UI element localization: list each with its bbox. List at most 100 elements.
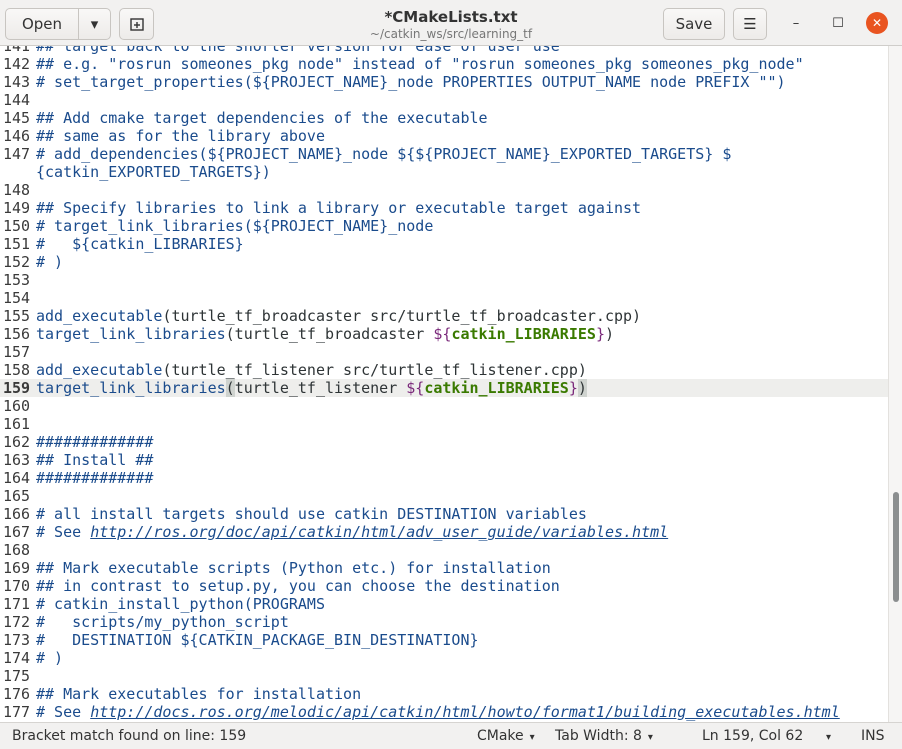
code-line[interactable]: {catkin_EXPORTED_TARGETS}) <box>0 163 888 181</box>
code-token-text: turtle_tf_listener <box>234 379 407 397</box>
language-label: CMake <box>477 728 524 744</box>
code-line[interactable]: 157 <box>0 343 888 361</box>
code-line[interactable]: 151 # ${catkin_LIBRARIES} <box>0 235 888 253</box>
chevron-down-icon: ▾ <box>529 732 535 743</box>
line-code: target_link_libraries(turtle_tf_broadcas… <box>36 325 614 343</box>
line-code: ############# <box>36 433 153 451</box>
code-line[interactable]: 165 <box>0 487 888 505</box>
chevron-down-icon: ▾ <box>90 15 99 33</box>
status-message: Bracket match found on line: 159 <box>12 728 247 744</box>
code-line[interactable]: 172 # scripts/my_python_script <box>0 613 888 631</box>
code-line[interactable]: 142 ## e.g. "rosrun someones_pkg node" in… <box>0 55 888 73</box>
language-selector[interactable]: CMake ▾ <box>477 728 535 746</box>
code-line[interactable]: 169 ## Mark executable scripts (Python et… <box>0 559 888 577</box>
code-token-comment: # See <box>36 703 91 721</box>
maximize-icon: ☐ <box>832 15 844 31</box>
code-line[interactable]: 156 target_link_libraries(turtle_tf_broad… <box>0 325 888 343</box>
code-line[interactable]: 161 <box>0 415 888 433</box>
code-token-comment: # ) <box>36 253 64 271</box>
line-number: 164 <box>3 469 31 487</box>
code-line[interactable]: 144 <box>0 91 888 109</box>
code-line[interactable]: 170 ## in contrast to setup.py, you can c… <box>0 577 888 595</box>
code-token-var: } <box>568 379 578 397</box>
open-button[interactable]: Open <box>5 8 79 40</box>
code-line[interactable]: 163 ## Install ## <box>0 451 888 469</box>
code-token-link[interactable]: http://docs.ros.org/melodic/api/catkin/h… <box>90 703 840 721</box>
line-code: # all install targets should use catkin … <box>36 505 587 523</box>
code-line[interactable]: 147 # add_dependencies(${PROJECT_NAME}_no… <box>0 145 888 163</box>
code-line[interactable]: 162 ############# <box>0 433 888 451</box>
code-token-comment: # all install targets should use catkin … <box>36 505 587 523</box>
line-code: ## same as for the library above <box>36 127 325 145</box>
line-number: 146 <box>3 127 31 145</box>
code-line[interactable]: 164 ############# <box>0 469 888 487</box>
line-code: # target_link_libraries(${PROJECT_NAME}_… <box>36 217 433 235</box>
line-code: ## Add cmake target dependencies of the … <box>36 109 488 127</box>
code-token-comment: ## Mark executables for installation <box>36 685 362 703</box>
code-line[interactable]: 155 add_executable(turtle_tf_broadcaster … <box>0 307 888 325</box>
new-tab-button[interactable] <box>119 8 154 40</box>
code-token-text: (turtle_tf_listener src/turtle_tf_listen… <box>162 361 587 379</box>
code-line[interactable]: 166 # all install targets should use catk… <box>0 505 888 523</box>
tab-width-selector[interactable]: Tab Width: 8 ▾ <box>555 728 653 746</box>
code-line[interactable]: 145 ## Add cmake target dependencies of t… <box>0 109 888 127</box>
cursor-position-dropdown[interactable]: ▾ <box>820 728 831 746</box>
code-line[interactable]: 148 <box>0 181 888 199</box>
code-line[interactable]: 146 ## same as for the library above <box>0 127 888 145</box>
code-line-current[interactable]: 159 target_link_libraries(turtle_tf_liste… <box>0 379 888 397</box>
code-line[interactable]: 168 <box>0 541 888 559</box>
line-number: 156 <box>3 325 31 343</box>
code-token-text: (turtle_tf_broadcaster <box>225 325 434 343</box>
line-number: 169 <box>3 559 31 577</box>
minimize-button[interactable]: – <box>785 12 807 34</box>
code-line[interactable]: 149 ## Specify libraries to link a librar… <box>0 199 888 217</box>
maximize-button[interactable]: ☐ <box>827 12 849 34</box>
line-number: 165 <box>3 487 31 505</box>
code-line[interactable]: 160 <box>0 397 888 415</box>
code-line[interactable]: 152 # ) <box>0 253 888 271</box>
code-token-comment: # ${catkin_LIBRARIES} <box>36 235 244 253</box>
cursor-position[interactable]: Ln 159, Col 62 <box>702 728 803 745</box>
open-dropdown-button[interactable]: ▾ <box>78 8 111 40</box>
code-line[interactable]: 154 <box>0 289 888 307</box>
code-line[interactable]: 177 # See http://docs.ros.org/melodic/api… <box>0 703 888 721</box>
code-token-comment: # DESTINATION ${CATKIN_PACKAGE_BIN_DESTI… <box>36 631 479 649</box>
line-code: ## target back to the shorter version fo… <box>36 46 560 55</box>
line-code: # ) <box>36 253 63 271</box>
code-line[interactable]: 150 # target_link_libraries(${PROJECT_NAM… <box>0 217 888 235</box>
line-code: target_link_libraries(turtle_tf_listener… <box>36 379 587 397</box>
vertical-scrollbar[interactable] <box>888 46 902 722</box>
save-button[interactable]: Save <box>663 8 725 40</box>
insert-mode-indicator[interactable]: INS <box>861 728 885 745</box>
line-number: 167 <box>3 523 31 541</box>
code-line[interactable]: 167 # See http://ros.org/doc/api/catkin/h… <box>0 523 888 541</box>
line-number: 176 <box>3 685 31 703</box>
code-token-comment: ############# <box>36 433 154 451</box>
line-number: 144 <box>3 91 31 109</box>
scrollbar-thumb[interactable] <box>893 492 899 602</box>
line-number: 175 <box>3 667 31 685</box>
code-line[interactable]: 175 <box>0 667 888 685</box>
code-token-bracket: ( <box>225 379 235 397</box>
code-token-comment: ## same as for the library above <box>36 127 325 145</box>
code-token-link[interactable]: http://ros.org/doc/api/catkin/html/adv_u… <box>90 523 668 541</box>
code-token-func: add_executable <box>36 307 163 325</box>
code-token-varname: catkin_LIBRARIES <box>451 325 596 343</box>
code-line[interactable]: 171 # catkin_install_python(PROGRAMS <box>0 595 888 613</box>
hamburger-menu-button[interactable]: ☰ <box>733 8 767 40</box>
code-editor[interactable]: 141 ## target back to the shorter version… <box>0 46 888 722</box>
code-line[interactable]: 158 add_executable(turtle_tf_listener src… <box>0 361 888 379</box>
line-number: 177 <box>3 703 31 721</box>
code-line[interactable]: 174 # ) <box>0 649 888 667</box>
line-code: # See http://ros.org/doc/api/catkin/html… <box>36 523 668 541</box>
code-token-varname: catkin_LIBRARIES <box>424 379 569 397</box>
code-line[interactable]: 153 <box>0 271 888 289</box>
code-line[interactable]: 141 ## target back to the shorter version… <box>0 46 888 55</box>
code-line[interactable]: 143 # set_target_properties(${PROJECT_NAM… <box>0 73 888 91</box>
line-number: 142 <box>3 55 31 73</box>
close-button[interactable]: ✕ <box>866 12 888 34</box>
line-number: 153 <box>3 271 31 289</box>
code-line[interactable]: 176 ## Mark executables for installation <box>0 685 888 703</box>
code-line[interactable]: 173 # DESTINATION ${CATKIN_PACKAGE_BIN_DE… <box>0 631 888 649</box>
window-title: *CMakeLists.txt <box>384 8 518 26</box>
